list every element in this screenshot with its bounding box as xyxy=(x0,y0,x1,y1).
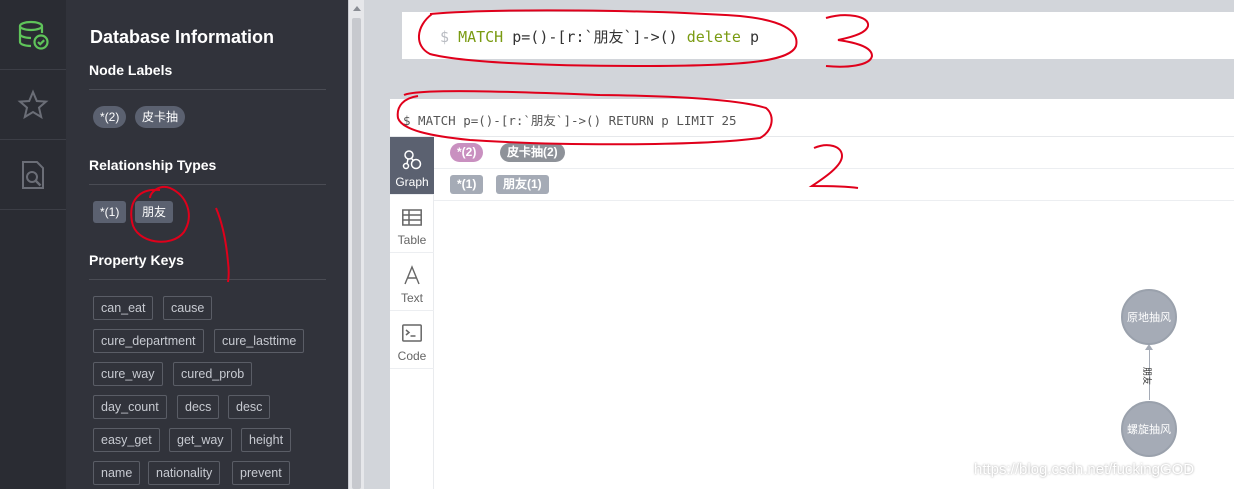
node-legend: *(2) 皮卡抽(2) xyxy=(434,137,1234,169)
keyword-delete: delete xyxy=(686,28,741,46)
relationship-type-friend[interactable]: 朋友 xyxy=(135,201,174,223)
property-key[interactable]: get_way xyxy=(169,428,232,452)
watermark: https://blog.csdn.net/fuckingGOD xyxy=(974,461,1195,478)
property-key[interactable]: cause xyxy=(163,296,213,320)
property-key[interactable]: cure_way xyxy=(93,362,163,386)
main-stream: $ MATCH p=()-[r:`朋友`]->() delete p $ MAT… xyxy=(364,0,1234,489)
property-key[interactable]: cured_prob xyxy=(173,362,253,386)
tab-label: Code xyxy=(397,349,427,363)
property-key[interactable]: nationality xyxy=(148,461,221,485)
property-key[interactable]: day_count xyxy=(93,395,167,419)
search-document-icon xyxy=(17,159,49,191)
property-keys-title: Property Keys xyxy=(89,252,184,268)
property-key[interactable]: prevent xyxy=(232,461,290,485)
keyword-match: MATCH xyxy=(458,28,504,46)
relationship-types-title: Relationship Types xyxy=(89,157,217,173)
tab-text[interactable]: Text xyxy=(390,253,434,311)
property-key[interactable]: height xyxy=(241,428,292,452)
tab-table[interactable]: Table xyxy=(390,195,434,253)
frame-command[interactable]: $ MATCH p=()-[r:`朋友`]->() RETURN p LIMIT… xyxy=(403,110,737,129)
property-key[interactable]: desc xyxy=(228,395,271,419)
database-info-drawer: Database Information Node Labels *(2) 皮卡… xyxy=(66,0,348,489)
scroll-thumb[interactable] xyxy=(352,18,361,489)
database-icon xyxy=(17,19,49,51)
divider xyxy=(89,279,326,280)
tab-label: Graph xyxy=(395,175,429,189)
frame-view-tabs: Graph Table Text Code xyxy=(390,137,434,489)
relationship-legend: *(1) 朋友(1) xyxy=(434,169,1234,201)
legend-node-pikachou[interactable]: 皮卡抽(2) xyxy=(500,143,565,162)
query-editor[interactable]: $ MATCH p=()-[r:`朋友`]->() delete p xyxy=(402,12,1234,59)
relationship-edge-label: 朋友 xyxy=(1142,367,1152,386)
rail-item-documents[interactable] xyxy=(0,140,66,210)
property-key[interactable]: can_eat xyxy=(93,296,154,320)
property-key[interactable]: cure_department xyxy=(93,329,204,353)
scroll-up-arrow-icon[interactable] xyxy=(353,6,361,11)
legend-rel-all[interactable]: *(1) xyxy=(450,175,484,194)
legend-rel-friend[interactable]: 朋友(1) xyxy=(496,175,549,194)
query-tail: p xyxy=(740,28,759,46)
tab-code[interactable]: Code xyxy=(390,311,434,369)
graph-node[interactable]: 原地抽风 xyxy=(1121,289,1177,345)
tab-label: Table xyxy=(397,233,427,247)
tab-label: Text xyxy=(400,291,423,305)
graph-node[interactable]: 螺旋抽风 xyxy=(1121,401,1177,457)
query-editor-text[interactable]: $ MATCH p=()-[r:`朋友`]->() delete p xyxy=(440,26,759,47)
result-frame: $ MATCH p=()-[r:`朋友`]->() RETURN p LIMIT… xyxy=(390,99,1234,489)
property-key[interactable]: easy_get xyxy=(93,428,160,452)
node-labels-title: Node Labels xyxy=(89,62,173,78)
neo4j-browser: Database Information Node Labels *(2) 皮卡… xyxy=(0,0,1234,489)
legend-node-all[interactable]: *(2) xyxy=(450,143,484,162)
drawer-title: Database Information xyxy=(90,27,275,47)
star-icon xyxy=(17,88,49,121)
property-key[interactable]: cure_lasttime xyxy=(214,329,305,353)
query-pattern: p=()-[r:`朋友`]->() xyxy=(503,28,687,46)
tab-graph[interactable]: Graph xyxy=(390,137,434,195)
rail-item-database[interactable] xyxy=(0,0,66,70)
icon-rail xyxy=(0,0,66,489)
property-key[interactable]: name xyxy=(93,461,141,485)
node-label-pikachou[interactable]: 皮卡抽 xyxy=(135,106,186,128)
divider xyxy=(89,184,326,185)
divider xyxy=(89,89,326,90)
node-label-all[interactable]: *(2) xyxy=(93,106,127,128)
rail-item-favorites[interactable] xyxy=(0,70,66,140)
relationship-type-all[interactable]: *(1) xyxy=(93,201,127,223)
prompt-symbol: $ xyxy=(440,28,450,46)
property-key[interactable]: decs xyxy=(177,395,220,419)
drawer-scrollbar[interactable] xyxy=(348,0,364,489)
